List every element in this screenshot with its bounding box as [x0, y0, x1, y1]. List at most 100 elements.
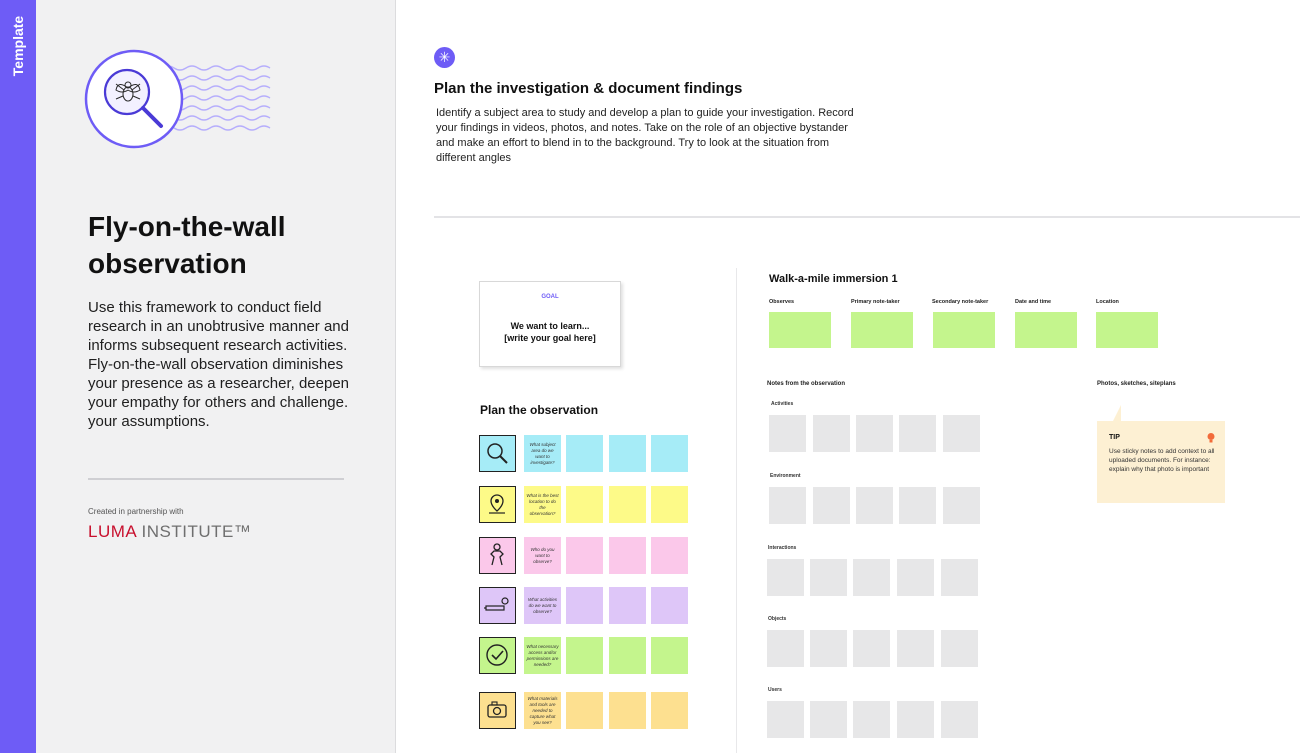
sticky-note[interactable] — [609, 537, 646, 574]
note-placeholder[interactable] — [767, 630, 804, 667]
template-description: Use this framework to conduct field rese… — [88, 299, 349, 430]
field-sticky-secondary[interactable] — [933, 312, 995, 348]
section-description: Identify a subject area to study and dev… — [436, 107, 854, 164]
prompt-note[interactable]: What activities do we want to observe? — [524, 587, 561, 624]
template-tab-label: Template — [10, 15, 26, 77]
prompt-note[interactable]: What materials and tools are needed to c… — [524, 692, 561, 729]
field-label-secondary: Secondary note-taker — [932, 299, 989, 305]
note-placeholder[interactable] — [941, 559, 978, 596]
note-placeholder[interactable] — [813, 487, 850, 524]
template-title: Fly-on-the-wall observation — [88, 211, 286, 279]
sticky-note[interactable] — [651, 486, 688, 523]
tip-pointer — [1113, 405, 1121, 421]
tip-card[interactable]: TIP Use sticky notes to add context to a… — [1097, 421, 1225, 503]
note-placeholder[interactable] — [941, 701, 978, 738]
photos-label: Photos, sketches, siteplans — [1097, 381, 1176, 387]
field-sticky-location[interactable] — [1096, 312, 1158, 348]
category-label-activities: Activities — [771, 401, 794, 407]
goal-text[interactable]: We want to learn... [write your goal her… — [480, 320, 620, 344]
note-placeholder[interactable] — [813, 415, 850, 452]
note-placeholder[interactable] — [767, 701, 804, 738]
note-placeholder[interactable] — [767, 559, 804, 596]
field-label-observes: Observes — [769, 299, 795, 305]
template-tab[interactable]: Template — [0, 0, 36, 753]
goal-label: GOAL — [541, 294, 559, 300]
section-divider — [434, 216, 1300, 218]
category-label-users: Users — [768, 687, 782, 693]
category-label-interactions: Interactions — [768, 545, 797, 551]
goal-card[interactable]: GOAL We want to learn... [write your goa… — [479, 281, 621, 367]
field-label-location: Location — [1096, 299, 1119, 305]
sticky-note[interactable] — [609, 637, 646, 674]
sticky-note[interactable] — [651, 692, 688, 729]
notes-label: Notes from the observation — [767, 381, 846, 387]
luma-logo-word: LUMA — [88, 522, 137, 541]
note-placeholder[interactable] — [941, 630, 978, 667]
note-placeholder[interactable] — [769, 487, 806, 524]
note-placeholder[interactable] — [856, 415, 893, 452]
sticky-note[interactable] — [566, 637, 603, 674]
sticky-note[interactable] — [651, 637, 688, 674]
sticky-note[interactable] — [566, 692, 603, 729]
note-placeholder[interactable] — [856, 487, 893, 524]
sticky-note[interactable] — [651, 435, 688, 472]
note-placeholder[interactable] — [810, 559, 847, 596]
activity-tools-icon — [479, 587, 516, 624]
note-placeholder[interactable] — [853, 630, 890, 667]
note-placeholder[interactable] — [899, 415, 936, 452]
partner-caption: Created in partnership with — [88, 507, 184, 516]
note-placeholder[interactable] — [897, 559, 934, 596]
magnifier-fly-illustration — [84, 49, 271, 149]
plan-row-activities: What activities do we want to observe? — [479, 586, 699, 626]
luma-institute-logo: LUMA INSTITUTE™ — [88, 522, 251, 542]
field-sticky-date[interactable] — [1015, 312, 1077, 348]
sticky-note[interactable] — [566, 486, 603, 523]
sticky-note[interactable] — [566, 435, 603, 472]
note-placeholder[interactable] — [810, 630, 847, 667]
sticky-note[interactable] — [566, 537, 603, 574]
note-placeholder[interactable] — [899, 487, 936, 524]
magnifier-icon — [479, 435, 516, 472]
prompt-note[interactable]: Who do you want to observe? — [524, 537, 561, 574]
location-pin-icon — [479, 486, 516, 523]
field-sticky-primary[interactable] — [851, 312, 913, 348]
field-label-date: Date and time — [1015, 299, 1052, 305]
sticky-note[interactable] — [609, 587, 646, 624]
sticky-note[interactable] — [566, 587, 603, 624]
tip-title: TIP — [1109, 434, 1120, 441]
prompt-note[interactable]: What is the best location to do the obse… — [524, 486, 561, 523]
note-placeholder[interactable] — [943, 487, 980, 524]
sticky-note[interactable] — [609, 692, 646, 729]
plan-row-subject: What subject area do we want to investig… — [479, 434, 699, 474]
plan-heading: Plan the observation — [480, 403, 599, 417]
panel-divider — [88, 478, 344, 480]
camera-icon — [479, 692, 516, 729]
prompt-note[interactable]: What subject area do we want to investig… — [524, 435, 561, 472]
person-icon — [479, 537, 516, 574]
plan-row-who: Who do you want to observe? — [479, 536, 699, 576]
star-badge-icon: ✳ — [434, 47, 455, 68]
note-placeholder[interactable] — [897, 630, 934, 667]
prompt-note[interactable]: What necessary access and/or permissions… — [524, 637, 561, 674]
sticky-note[interactable] — [651, 587, 688, 624]
note-placeholder[interactable] — [853, 701, 890, 738]
checkmark-badge-icon — [479, 637, 516, 674]
sticky-note[interactable] — [609, 435, 646, 472]
lightbulb-icon — [1207, 433, 1215, 443]
section-title: Plan the investigation & document findin… — [434, 80, 743, 97]
note-placeholder[interactable] — [943, 415, 980, 452]
goal-line-2: [write your goal here] — [504, 333, 596, 343]
sticky-note[interactable] — [609, 486, 646, 523]
institute-logo-word: INSTITUTE™ — [136, 522, 252, 541]
field-sticky-observes[interactable] — [769, 312, 831, 348]
note-placeholder[interactable] — [897, 701, 934, 738]
plan-row-access: What necessary access and/or permissions… — [479, 636, 699, 676]
sticky-note[interactable] — [651, 537, 688, 574]
note-placeholder[interactable] — [769, 415, 806, 452]
note-placeholder[interactable] — [810, 701, 847, 738]
note-placeholder[interactable] — [853, 559, 890, 596]
tip-text: Use sticky notes to add context to all u… — [1109, 448, 1215, 473]
template-info-panel: Fly-on-the-wall observation Use this fra… — [36, 0, 396, 753]
category-label-objects: Objects — [768, 616, 787, 622]
immersion-title: Walk-a-mile immersion 1 — [769, 273, 898, 285]
